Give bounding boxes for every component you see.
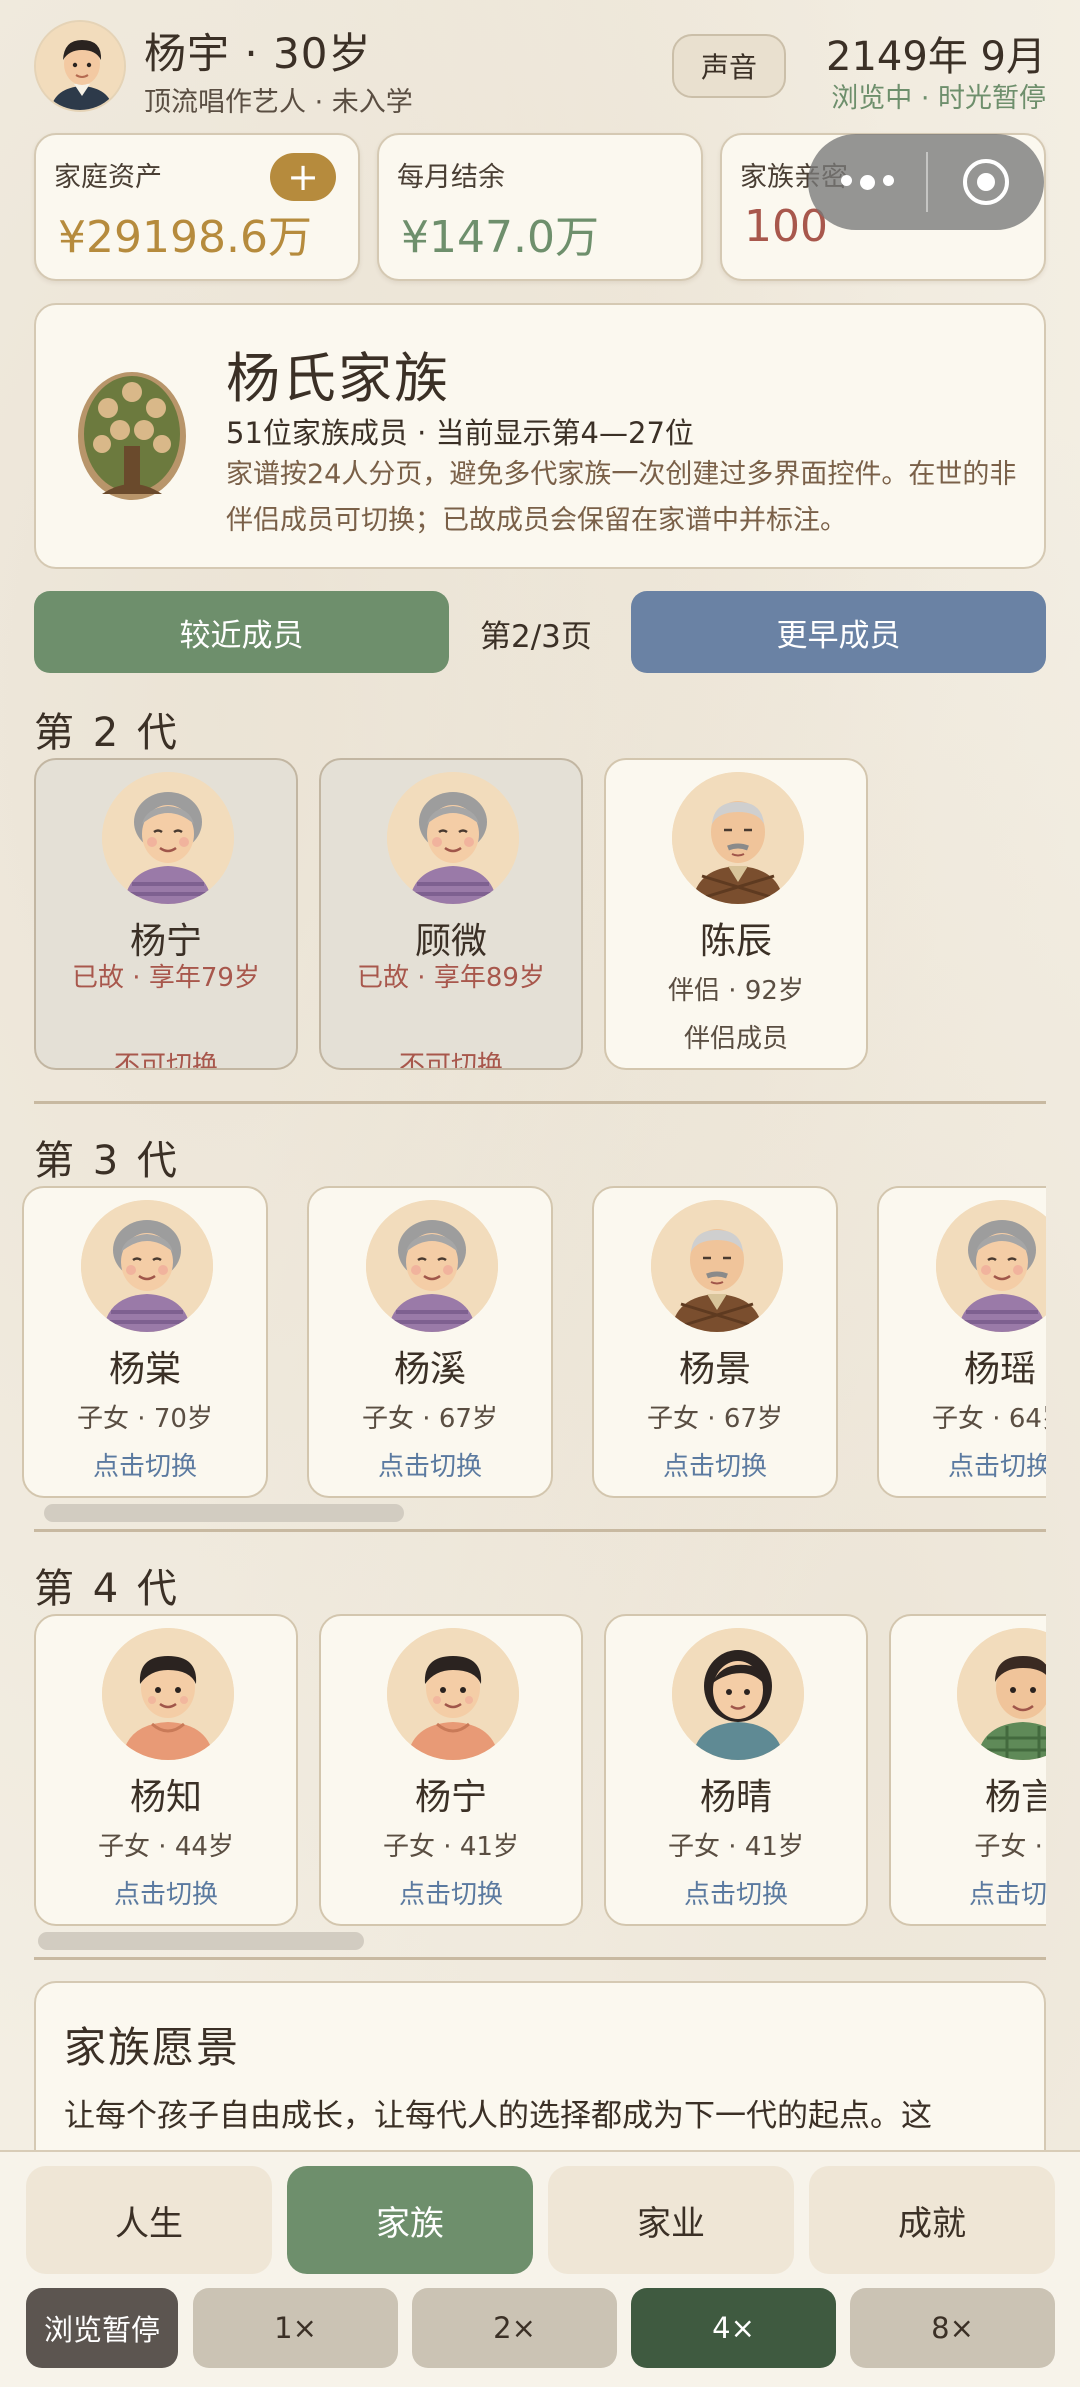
member-name: 杨晴 <box>699 1777 772 1818</box>
time-status: 浏览中 · 时光暂停 <box>831 83 1046 114</box>
generation-title: 第 4 代 <box>34 1566 180 1612</box>
member-name: 杨景 <box>678 1349 751 1390</box>
player-subtitle: 顶流唱作艺人 · 未入学 <box>144 87 413 118</box>
member-info: 子女 · 44岁 <box>98 1832 234 1862</box>
assets-value: ¥29198.6万 <box>58 212 312 263</box>
generation-title: 第 2 代 <box>34 710 180 756</box>
member-action[interactable]: 点击切换 <box>594 1446 836 1483</box>
close-target-icon[interactable] <box>928 156 1044 208</box>
miniprogram-capsule[interactable] <box>808 134 1044 230</box>
member-info: 子女 · 67岁 <box>647 1404 783 1434</box>
grandma-avatar-icon <box>366 1200 498 1332</box>
member-name: 杨棠 <box>108 1349 181 1390</box>
member-info: 子女 · 4 <box>974 1832 1046 1862</box>
generation-members-row[interactable]: 杨棠 子女 · 70岁 点击切换 杨溪 子女 · 67岁 点击切换 杨景 子女 · 67岁 点击… <box>0 1186 1046 1502</box>
generation-divider <box>34 1529 1046 1532</box>
generation-title: 第 3 代 <box>34 1138 180 1184</box>
generation-divider <box>34 1957 1046 1960</box>
member-info: 子女 · 67岁 <box>362 1404 498 1434</box>
vision-text: 让每个孩子自由成长，让每代人的选择都成为下一代的起点。这 <box>64 2098 932 2134</box>
more-icon[interactable] <box>808 174 926 190</box>
member-action[interactable]: 点击切换 <box>879 1446 1046 1483</box>
grandma-avatar-icon <box>81 1200 213 1332</box>
speed-1x-button[interactable]: 1× <box>193 2288 398 2368</box>
member-info: 已故 · 享年89岁 <box>357 963 545 993</box>
member-name: 杨宁 <box>414 1777 487 1818</box>
member-action[interactable]: 点击切换 <box>24 1446 266 1483</box>
member-card[interactable]: 杨溪子女 · 67岁点击切换 <box>307 1186 553 1498</box>
family-summary: 51位家族成员 · 当前显示第4—27位 <box>226 416 694 450</box>
assets-label: 家庭资产 <box>54 162 162 193</box>
recent-members-button[interactable]: 较近成员 <box>34 591 449 673</box>
member-action[interactable]: 点击切换 <box>321 1874 581 1911</box>
member-card[interactable]: 杨瑶子女 · 64岁点击切换 <box>877 1186 1046 1498</box>
member-card[interactable]: 杨棠子女 · 70岁点击切换 <box>22 1186 268 1498</box>
member-info: 子女 · 70岁 <box>77 1404 213 1434</box>
sound-button[interactable]: 声音 <box>672 34 786 98</box>
member-name: 杨溪 <box>393 1349 466 1390</box>
youth-avatar-icon <box>387 1628 519 1760</box>
member-info: 伴侣 · 92岁 <box>668 976 804 1006</box>
monthly-card: 每月结余 ¥147.0万 <box>377 133 703 281</box>
family-title: 杨氏家族 <box>226 347 450 410</box>
member-card[interactable]: 杨景子女 · 67岁点击切换 <box>592 1186 838 1498</box>
member-action[interactable]: 点击切换 <box>309 1446 551 1483</box>
member-info: 已故 · 享年79岁 <box>72 963 260 993</box>
member-name: 陈辰 <box>699 921 772 962</box>
add-assets-button[interactable]: + <box>270 153 336 201</box>
generation-members-row[interactable]: 杨宁 已故 · 享年79岁 不可切换 顾微 已故 · 享年89岁 不可切换 陈辰 伴侣 · 9… <box>0 758 1046 1074</box>
man-avatar-icon <box>957 1628 1046 1760</box>
player-avatar[interactable] <box>34 20 126 112</box>
member-card[interactable]: 杨知子女 · 44岁点击切换 <box>34 1614 298 1926</box>
grandma-avatar-icon <box>936 1200 1046 1332</box>
member-action[interactable]: 点击切换 <box>891 1874 1046 1911</box>
woman-avatar-icon <box>672 1628 804 1760</box>
speed-2x-button[interactable]: 2× <box>412 2288 617 2368</box>
grandma-avatar-icon <box>387 772 519 904</box>
tab-achievements[interactable]: 成就 <box>809 2166 1055 2274</box>
member-name: 杨瑶 <box>963 1349 1036 1390</box>
tab-life[interactable]: 人生 <box>26 2166 272 2274</box>
member-info: 子女 · 41岁 <box>383 1832 519 1862</box>
member-action: 不可切换 <box>398 1051 503 1070</box>
family-description: 家谱按24人分页，避免多代家族一次创建过多界面控件。在世的非伴侣成员可切换；已故… <box>226 459 1017 536</box>
earlier-members-button[interactable]: 更早成员 <box>631 591 1046 673</box>
member-info: 子女 · 41岁 <box>668 1832 804 1862</box>
youth-avatar-icon <box>102 1628 234 1760</box>
vision-title: 家族愿景 <box>64 2023 241 2072</box>
page-indicator: 第2/3页 <box>480 619 592 655</box>
generation-members-row[interactable]: 杨知 子女 · 44岁 点击切换 杨宁 子女 · 41岁 点击切换 杨晴 子女 · 41岁 点击… <box>0 1614 1046 1930</box>
member-card[interactable]: 杨晴子女 · 41岁点击切换 <box>604 1614 868 1926</box>
member-action[interactable]: 点击切换 <box>606 1874 866 1911</box>
grandma-avatar-icon <box>102 772 234 904</box>
speed-8x-button[interactable]: 8× <box>850 2288 1055 2368</box>
monthly-label: 每月结余 <box>397 162 505 193</box>
player-name-age: 杨宇 · 30岁 <box>144 29 372 78</box>
member-action: 不可切换 <box>113 1051 218 1070</box>
member-card: 陈辰伴侣 · 92岁 伴侣成员 <box>604 758 868 1070</box>
grandpa-avatar-icon <box>672 772 804 904</box>
generation-divider <box>34 1101 1046 1104</box>
member-card: 顾微 已故 · 享年89岁 不可切换 <box>319 758 583 1070</box>
member-name: 杨知 <box>129 1777 202 1818</box>
assets-card: 家庭资产 + ¥29198.6万 <box>34 133 360 281</box>
member-action[interactable]: 点击切换 <box>36 1874 296 1911</box>
tab-family[interactable]: 家族 <box>287 2166 533 2274</box>
member-card[interactable]: 杨宁子女 · 41岁点击切换 <box>319 1614 583 1926</box>
member-action: 伴侣成员 <box>683 1024 788 1054</box>
grandpa-avatar-icon <box>651 1200 783 1332</box>
member-name: 杨言 <box>984 1777 1046 1818</box>
horizontal-scrollbar[interactable] <box>38 1932 364 1950</box>
member-card[interactable]: 杨言子女 · 4 点击切换 <box>889 1614 1046 1926</box>
member-card: 杨宁 已故 · 享年79岁 不可切换 <box>34 758 298 1070</box>
horizontal-scrollbar[interactable] <box>44 1504 404 1522</box>
member-info: 子女 · 64岁 <box>932 1404 1046 1434</box>
speed-4x-button[interactable]: 4× <box>631 2288 836 2368</box>
tab-business[interactable]: 家业 <box>548 2166 794 2274</box>
monthly-value: ¥147.0万 <box>401 212 599 263</box>
browse-pause-button[interactable]: 浏览暂停 <box>26 2288 178 2368</box>
family-tree-emblem-icon <box>72 362 192 508</box>
game-date: 2149年 9月 <box>826 34 1046 80</box>
